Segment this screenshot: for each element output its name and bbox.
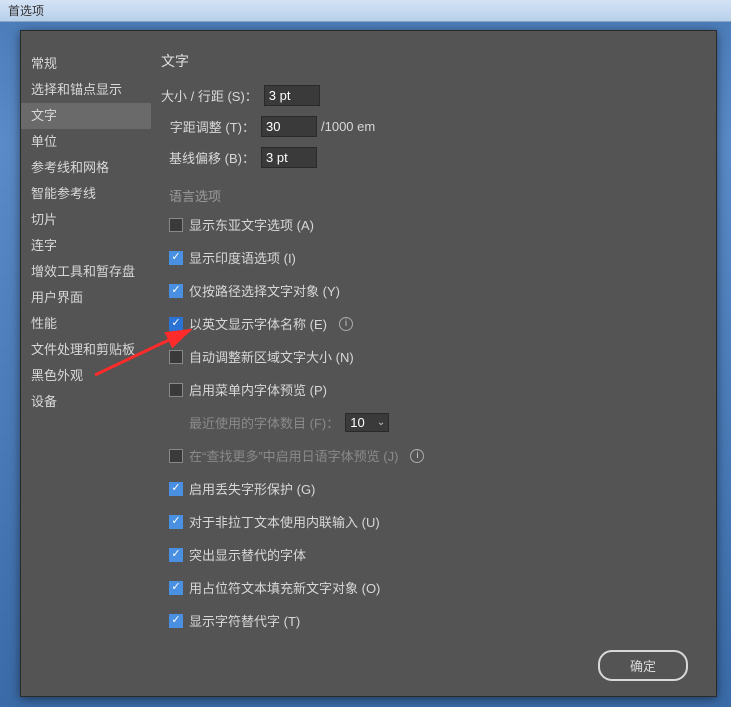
sidebar-item-9[interactable]: 用户界面: [21, 285, 151, 311]
checkbox-missing-glyph[interactable]: 启用丢失字形保护 (G): [169, 479, 698, 498]
panel-title: 文字: [161, 51, 698, 71]
checkbox-jp-preview[interactable]: 在“查找更多”中启用日语字体预览 (J) i: [169, 446, 698, 465]
checkbox-label: 显示东亚文字选项 (A): [189, 215, 314, 234]
checkbox-label: 突出显示替代的字体: [189, 545, 306, 564]
window-titlebar: 首选项: [0, 0, 731, 22]
checkbox-label: 启用菜单内字体预览 (P): [189, 380, 327, 399]
content-panel: 文字 大小 / 行距 (S)： 字距调整 (T)： /1000 em 基线偏移 …: [151, 31, 716, 696]
checkbox-path-only[interactable]: 仅按路径选择文字对象 (Y): [169, 281, 698, 300]
tracking-unit: /1000 em: [321, 119, 375, 134]
ok-button[interactable]: 确定: [598, 650, 688, 681]
recent-fonts-row: 最近使用的字体数目 (F)： 10 ⌄: [189, 413, 698, 432]
recent-fonts-label: 最近使用的字体数目 (F)：: [189, 413, 339, 432]
checkbox-label: 显示字符替代字 (T): [189, 611, 300, 630]
info-icon[interactable]: i: [410, 449, 424, 463]
baseline-label: 基线偏移 (B)：: [161, 148, 261, 167]
lang-section-label: 语言选项: [169, 186, 698, 205]
checkbox-label: 自动调整新区域文字大小 (N): [189, 347, 354, 366]
window-title: 首选项: [8, 4, 44, 18]
checkbox-highlight-alt[interactable]: 突出显示替代的字体: [169, 545, 698, 564]
tracking-input[interactable]: [261, 116, 317, 137]
sidebar-item-13[interactable]: 设备: [21, 389, 151, 415]
baseline-input[interactable]: [261, 147, 317, 168]
size-leading-label: 大小 / 行距 (S)：: [161, 86, 264, 105]
checkbox-label: 用占位符文本填充新文字对象 (O): [189, 578, 380, 597]
checkbox-icon: [169, 350, 183, 364]
checkbox-icon: [169, 548, 183, 562]
select-value: 10: [350, 415, 364, 430]
sidebar-item-3[interactable]: 单位: [21, 129, 151, 155]
checkbox-label: 在“查找更多”中启用日语字体预览 (J): [189, 446, 398, 465]
sidebar-item-1[interactable]: 选择和锚点显示: [21, 77, 151, 103]
sidebar-item-5[interactable]: 智能参考线: [21, 181, 151, 207]
checkbox-icon: [169, 449, 183, 463]
checkbox-font-preview-menu[interactable]: 启用菜单内字体预览 (P): [169, 380, 698, 399]
sidebar-item-12[interactable]: 黑色外观: [21, 363, 151, 389]
checkbox-icon: [169, 482, 183, 496]
field-baseline: 基线偏移 (B)：: [161, 147, 698, 168]
checkbox-auto-size-area[interactable]: 自动调整新区域文字大小 (N): [169, 347, 698, 366]
info-icon[interactable]: i: [339, 317, 353, 331]
checkbox-icon: [169, 614, 183, 628]
checkbox-east-asian[interactable]: 显示东亚文字选项 (A): [169, 215, 698, 234]
sidebar-item-8[interactable]: 增效工具和暂存盘: [21, 259, 151, 285]
button-row: 确定: [161, 640, 698, 695]
checkbox-label: 以英文显示字体名称 (E): [189, 314, 327, 333]
field-size-leading: 大小 / 行距 (S)：: [161, 85, 698, 106]
sidebar-item-0[interactable]: 常规: [21, 51, 151, 77]
sidebar-item-4[interactable]: 参考线和网格: [21, 155, 151, 181]
checkbox-show-alt-glyph[interactable]: 显示字符替代字 (T): [169, 611, 698, 630]
sidebar-item-10[interactable]: 性能: [21, 311, 151, 337]
checkbox-icon: [169, 581, 183, 595]
checkbox-icon: [169, 218, 183, 232]
sidebar-item-2[interactable]: 文字: [21, 103, 151, 129]
checkbox-inline-input[interactable]: 对于非拉丁文本使用内联输入 (U): [169, 512, 698, 531]
checkbox-placeholder-text[interactable]: 用占位符文本填充新文字对象 (O): [169, 578, 698, 597]
sidebar-item-11[interactable]: 文件处理和剪贴板: [21, 337, 151, 363]
sidebar-item-6[interactable]: 切片: [21, 207, 151, 233]
checkbox-label: 启用丢失字形保护 (G): [189, 479, 315, 498]
preferences-dialog: 常规选择和锚点显示文字单位参考线和网格智能参考线切片连字增效工具和暂存盘用户界面…: [20, 30, 717, 697]
checkbox-icon: [169, 317, 183, 331]
checkbox-english-fonts[interactable]: 以英文显示字体名称 (E) i: [169, 314, 698, 333]
checkbox-icon: [169, 383, 183, 397]
recent-fonts-select[interactable]: 10 ⌄: [345, 413, 389, 432]
checkbox-icon: [169, 284, 183, 298]
checkbox-icon: [169, 251, 183, 265]
size-leading-input[interactable]: [264, 85, 320, 106]
checkbox-icon: [169, 515, 183, 529]
sidebar-item-7[interactable]: 连字: [21, 233, 151, 259]
chevron-down-icon: ⌄: [377, 417, 385, 428]
checkbox-label: 显示印度语选项 (I): [189, 248, 296, 267]
field-tracking: 字距调整 (T)： /1000 em: [161, 116, 698, 137]
tracking-label: 字距调整 (T)：: [161, 117, 261, 136]
checkbox-label: 仅按路径选择文字对象 (Y): [189, 281, 340, 300]
sidebar: 常规选择和锚点显示文字单位参考线和网格智能参考线切片连字增效工具和暂存盘用户界面…: [21, 31, 151, 696]
checkbox-indic[interactable]: 显示印度语选项 (I): [169, 248, 698, 267]
checkbox-label: 对于非拉丁文本使用内联输入 (U): [189, 512, 380, 531]
